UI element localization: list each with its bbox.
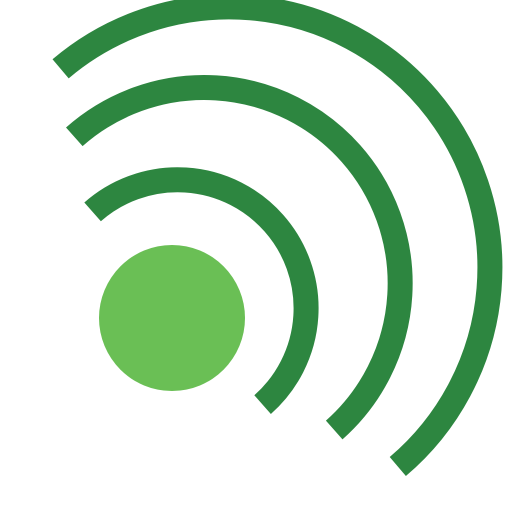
signal-wave-middle <box>66 75 413 440</box>
signal-broadcast-icon <box>52 0 503 477</box>
signal-source-dot <box>99 245 245 391</box>
icon-canvas <box>0 0 512 512</box>
